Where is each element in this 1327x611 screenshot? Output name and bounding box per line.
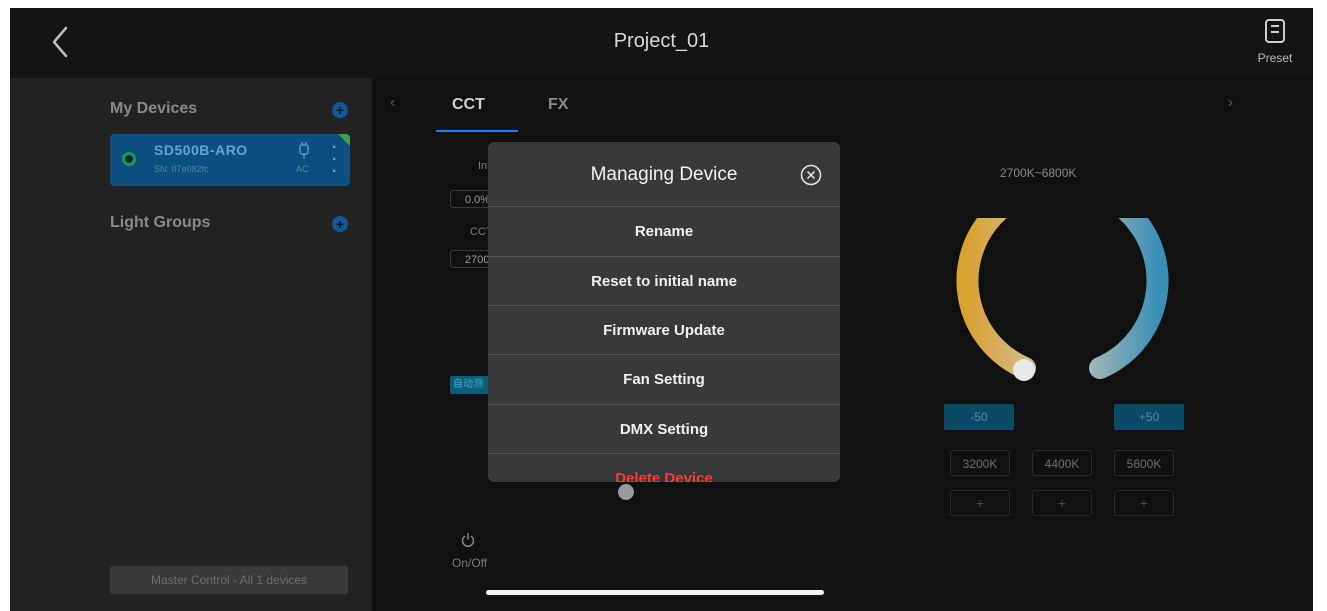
cct-wheel-handle[interactable] (1013, 359, 1035, 381)
add-device-button[interactable]: + (332, 102, 348, 118)
managing-device-dialog: Managing Device Rename Reset to initial … (488, 142, 840, 482)
tab-scroll-right-icon[interactable]: › (1228, 94, 1233, 112)
add-preset-button-2[interactable]: + (1032, 490, 1092, 516)
tab-fx[interactable]: FX (548, 96, 568, 114)
minus-50-button[interactable]: -50 (944, 404, 1014, 430)
add-preset-button-3[interactable]: + (1114, 490, 1174, 516)
selected-corner-badge (338, 134, 350, 146)
reset-name-option[interactable]: Reset to initial name (488, 256, 840, 306)
close-icon[interactable] (800, 164, 822, 186)
active-tab-indicator (436, 130, 518, 132)
device-power-source: AC (296, 164, 309, 174)
save-icon (1265, 19, 1285, 43)
my-devices-heading: My Devices (110, 100, 198, 117)
more-vertical-icon[interactable]: · · · (332, 140, 337, 180)
device-serial: SN: 07e082fc (154, 164, 209, 174)
add-preset-button-1[interactable]: + (950, 490, 1010, 516)
app-screen: Project_01 Preset My Devices + SD500B-AR… (10, 8, 1313, 611)
device-status-icon (122, 152, 136, 166)
device-card[interactable]: SD500B-ARO SN: 07e082fc AC · · · (110, 134, 350, 186)
sidebar: My Devices + SD500B-ARO SN: 07e082fc AC … (10, 78, 372, 611)
dialog-title: Managing Device (590, 164, 738, 185)
preset-label: Preset (1257, 51, 1293, 65)
add-group-button[interactable]: + (332, 216, 348, 232)
plus-50-button[interactable]: +50 (1114, 404, 1184, 430)
rename-option[interactable]: Rename (488, 206, 840, 256)
page-title: Project_01 (613, 30, 710, 52)
on-off-label: On/Off (452, 556, 488, 570)
cct-range-label: 2700K~6800K (1000, 166, 1077, 180)
firmware-update-option[interactable]: Firmware Update (488, 305, 840, 355)
preset-5600k-button[interactable]: 5600K (1114, 450, 1174, 476)
fan-setting-option[interactable]: Fan Setting (488, 354, 840, 404)
home-indicator[interactable] (486, 590, 824, 595)
dmx-setting-option[interactable]: DMX Setting (488, 404, 840, 454)
delete-device-option[interactable]: Delete Device (488, 453, 840, 482)
tab-cct[interactable]: CCT (452, 96, 485, 114)
cct-color-wheel[interactable] (950, 218, 1180, 418)
preset-3200k-button[interactable]: 3200K (950, 450, 1010, 476)
device-name: SD500B-ARO (154, 142, 248, 158)
power-icon[interactable] (460, 532, 476, 548)
slider-handle[interactable] (618, 484, 634, 500)
master-control-button[interactable]: Master Control - All 1 devices (110, 566, 348, 594)
light-groups-heading: Light Groups (110, 214, 211, 231)
top-bar: Project_01 Preset (10, 8, 1313, 78)
preset-button[interactable]: Preset (1251, 18, 1299, 65)
tab-scroll-left-icon[interactable]: ‹ (390, 94, 395, 112)
preset-4400k-button[interactable]: 4400K (1032, 450, 1092, 476)
